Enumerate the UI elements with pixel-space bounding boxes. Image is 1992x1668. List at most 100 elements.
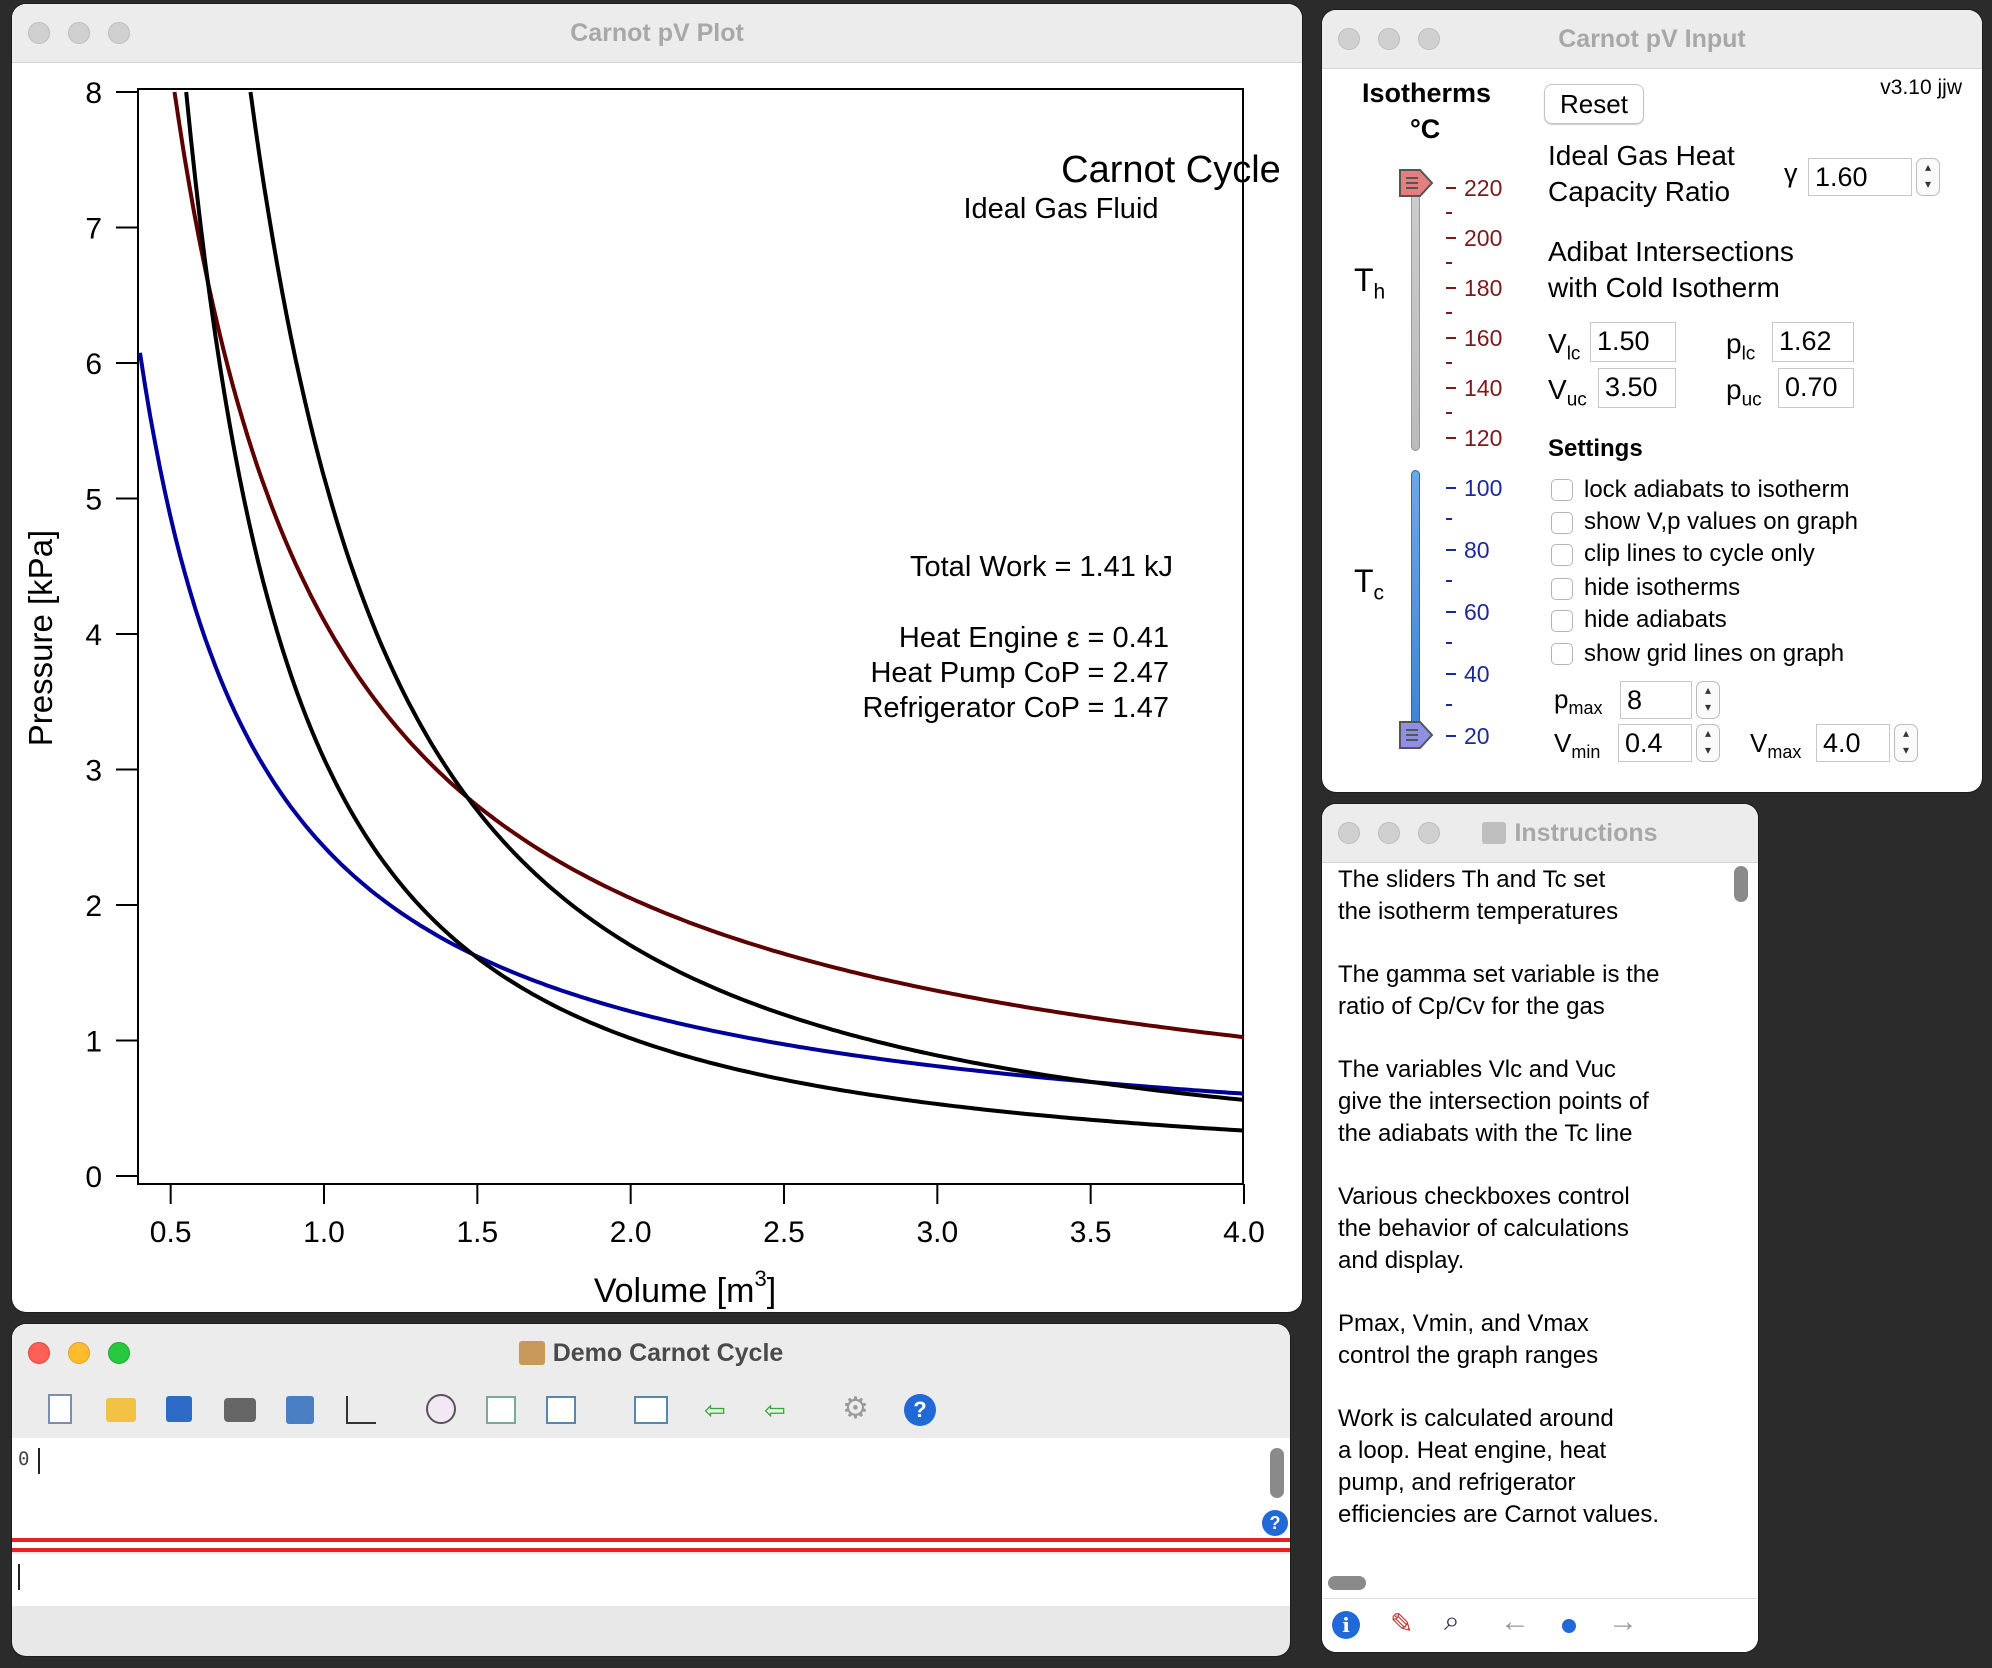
vmax-input[interactable]: 4.0	[1816, 724, 1890, 762]
vlc-label: Vlc	[1548, 328, 1581, 365]
plc-input[interactable]: 1.62	[1772, 322, 1854, 362]
lock-adiabats-label[interactable]: lock adiabats to isotherm	[1584, 476, 1849, 504]
gamma-label-line2: Capacity Ratio	[1548, 176, 1731, 207]
grid-lines-checkbox[interactable]	[1551, 643, 1573, 665]
puc-input[interactable]: 0.70	[1778, 368, 1854, 408]
command-cursor	[18, 1564, 20, 1590]
forward-arrow-icon[interactable]: →	[1608, 1605, 1638, 1639]
insert-icon[interactable]: ⇦	[764, 1397, 786, 1423]
vuc-label: Vuc	[1548, 374, 1587, 411]
vmax-stepper[interactable]: ▴ ▾	[1894, 724, 1918, 762]
back-arrow-icon[interactable]: ←	[1500, 1605, 1530, 1639]
help-icon[interactable]: ?	[904, 1394, 936, 1426]
print-icon[interactable]	[224, 1398, 256, 1422]
save-graphics-icon[interactable]	[286, 1396, 314, 1424]
instruction-paragraph: Work is calculated around a loop. Heat en…	[1338, 1403, 1708, 1531]
th-tick-label: 120	[1464, 425, 1502, 451]
show-values-label[interactable]: show V,p values on graph	[1584, 508, 1858, 536]
hide-adiabats-checkbox[interactable]	[1551, 610, 1573, 632]
tc-slider-thumb[interactable]	[1398, 720, 1434, 750]
vuc-input[interactable]: 3.50	[1598, 368, 1676, 408]
load-waves-icon[interactable]: ⇦	[704, 1397, 726, 1423]
hide-adiabats-label[interactable]: hide adiabats	[1584, 606, 1727, 634]
celsius-label: °C	[1410, 114, 1441, 144]
instructions-title: Instructions	[1322, 804, 1758, 862]
gamma-input[interactable]: 1.60	[1808, 158, 1912, 196]
vertical-scrollbar[interactable]	[1734, 866, 1748, 902]
y-tick-label: 6	[85, 348, 102, 381]
y-tick-label: 2	[85, 890, 102, 923]
notebook-icon	[1482, 822, 1507, 844]
instruction-line: efficiencies are Carnot values.	[1338, 1501, 1660, 1528]
th-tick-label: 200	[1464, 225, 1502, 251]
history-scrollbar[interactable]	[1270, 1448, 1284, 1498]
horizontal-scrollbar[interactable]	[1328, 1576, 1366, 1590]
procedure-icon[interactable]	[426, 1394, 456, 1424]
command-line[interactable]	[12, 1554, 1290, 1606]
save-icon[interactable]	[166, 1396, 192, 1422]
chart-title: Carnot Cycle	[1061, 149, 1281, 191]
y-tick-label: 5	[85, 484, 102, 517]
show-values-checkbox[interactable]	[1551, 512, 1573, 534]
new-graph-icon[interactable]	[346, 1396, 376, 1424]
vlc-input[interactable]: 1.50	[1590, 322, 1676, 362]
gamma-stepper[interactable]: ▴ ▾	[1916, 158, 1940, 196]
lock-adiabats-checkbox[interactable]	[1551, 479, 1573, 501]
y-tick-label: 3	[85, 755, 102, 788]
vmin-input[interactable]: 0.4	[1618, 724, 1692, 762]
y-tick-label: 8	[85, 77, 102, 110]
isotherms-label: Isotherms	[1362, 78, 1492, 108]
hide-isotherms-label[interactable]: hide isotherms	[1584, 574, 1740, 602]
clip-lines-label[interactable]: clip lines to cycle only	[1584, 540, 1815, 568]
plot-window: Carnot pV Plot 012345678 0.5 1.0 1.5 2.0 2.5…	[12, 4, 1302, 1312]
instruction-line: Work is calculated around	[1338, 1405, 1614, 1432]
th-tick-label: 220	[1464, 175, 1502, 201]
heat-engine-label: Heat Engine ε = 0.41	[899, 622, 1169, 654]
open-folder-icon[interactable]	[106, 1398, 136, 1422]
pmax-input[interactable]: 8	[1620, 681, 1692, 719]
hide-isotherms-checkbox[interactable]	[1551, 578, 1573, 600]
instruction-line: the behavior of calculations	[1338, 1215, 1629, 1242]
th-slider-thumb[interactable]	[1398, 168, 1434, 198]
pmax-label: pmax	[1554, 684, 1603, 719]
vmin-stepper[interactable]: ▴ ▾	[1696, 724, 1720, 762]
tc-tick-label: 20	[1464, 723, 1490, 749]
instruction-line: The variables Vlc and Vuc	[1338, 1056, 1616, 1083]
gamma-symbol: γ	[1784, 158, 1798, 188]
plc-label: plc	[1726, 328, 1756, 365]
y-tick-label: 0	[85, 1161, 102, 1194]
search-icon[interactable]: ⌕	[1444, 1605, 1460, 1638]
instruction-paragraph: The gamma set variable is the ratio of Cp…	[1338, 959, 1708, 1023]
th-slider-track[interactable]	[1411, 185, 1420, 451]
heat-pump-label: Heat Pump CoP = 2.47	[870, 657, 1169, 689]
history-area[interactable]: 0 ?	[12, 1438, 1290, 1538]
pmax-stepper[interactable]: ▴ ▾	[1696, 681, 1720, 719]
grid-lines-label[interactable]: show grid lines on graph	[1584, 640, 1844, 668]
edit-pencil-icon[interactable]: ✎	[1390, 1607, 1413, 1640]
reset-button[interactable]: Reset	[1544, 84, 1644, 124]
info-icon[interactable]: i	[1332, 1611, 1360, 1639]
new-window-icon[interactable]	[634, 1396, 668, 1424]
clip-lines-checkbox[interactable]	[1551, 544, 1573, 566]
dot-icon[interactable]	[1562, 1619, 1576, 1633]
x-axis-label: Volume [m3]	[594, 1266, 776, 1310]
x-tick-label: 0.5	[150, 1216, 192, 1249]
y-axis-label: Pressure [kPa]	[22, 530, 59, 746]
input-window: Carnot pV Input v3.10 jjw Isotherms °C T…	[1322, 10, 1982, 792]
tc-tick-label: 80	[1464, 537, 1490, 563]
preview-icon[interactable]	[546, 1396, 576, 1424]
splitter[interactable]	[12, 1538, 1290, 1552]
history-help-icon[interactable]: ?	[1262, 1510, 1288, 1536]
data-browser-icon[interactable]	[486, 1396, 516, 1424]
new-file-icon[interactable]	[48, 1394, 72, 1424]
th-tick-label: 180	[1464, 275, 1502, 301]
instruction-line: ratio of Cp/Cv for the gas	[1338, 993, 1605, 1020]
instruction-line: a loop. Heat engine, heat	[1338, 1437, 1607, 1464]
instruction-paragraph: The sliders Th and Tc set the isotherm te…	[1338, 864, 1708, 928]
y-tick-label: 4	[85, 619, 102, 652]
pv-chart[interactable]: 0 1 2 3 4 5 6 7 8 0.5 1.0 1.5 2.0 2.5 3.0 3.5 4.0 Carno…	[12, 4, 1302, 1312]
tc-tick-label: 40	[1464, 661, 1490, 687]
tc-slider-track[interactable]	[1411, 470, 1420, 746]
x-tick-label: 3.0	[916, 1216, 958, 1249]
settings-icon[interactable]: ⚙	[842, 1394, 869, 1424]
